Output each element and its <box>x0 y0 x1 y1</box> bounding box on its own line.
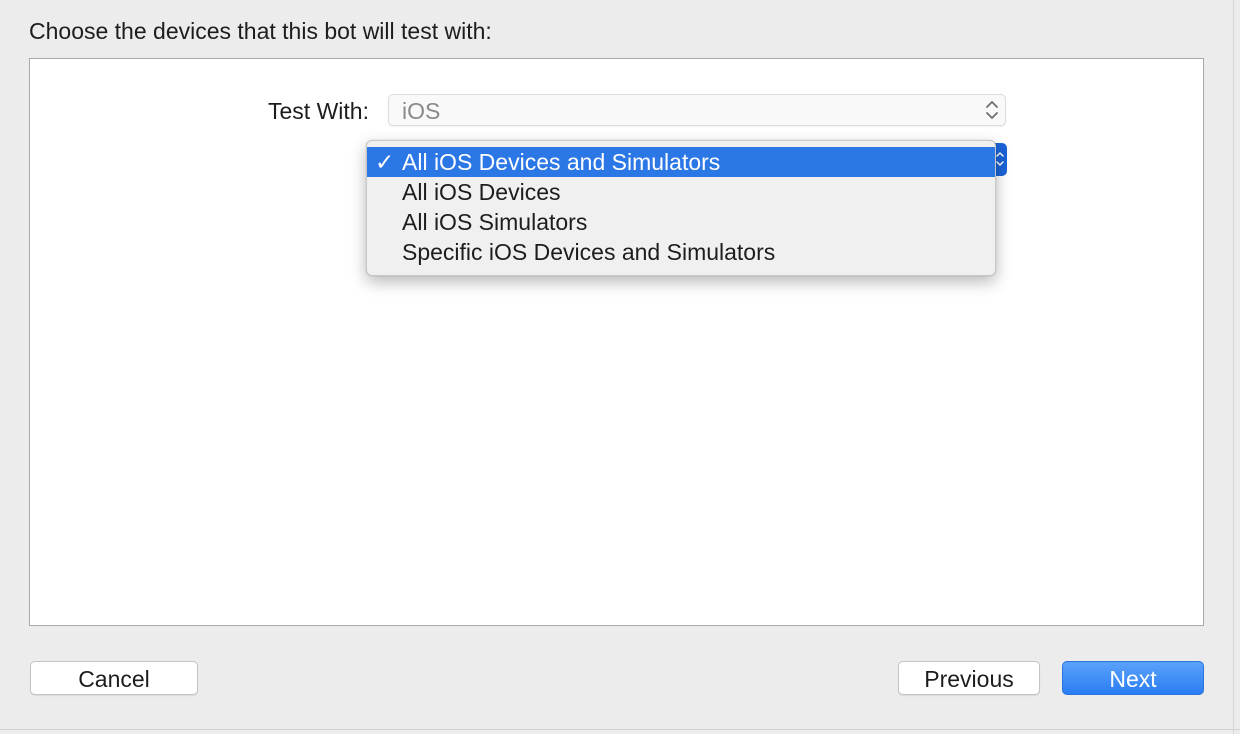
menu-item-all-ios-devices-and-simulators[interactable]: ✓ All iOS Devices and Simulators <box>367 147 995 177</box>
bot-setup-sheet: Choose the devices that this bot will te… <box>0 0 1240 734</box>
menu-item-label: All iOS Devices <box>402 179 561 205</box>
menu-item-label: All iOS Devices and Simulators <box>402 149 721 175</box>
menu-item-all-ios-devices[interactable]: All iOS Devices <box>367 177 995 207</box>
up-down-chevrons-icon <box>995 149 1005 169</box>
previous-button[interactable]: Previous <box>898 661 1040 695</box>
test-with-popup-value: iOS <box>402 98 441 124</box>
sheet-bottom-border <box>0 729 1240 730</box>
menu-item-label: All iOS Simulators <box>402 209 588 235</box>
menu-item-all-ios-simulators[interactable]: All iOS Simulators <box>367 207 995 237</box>
test-with-popup[interactable]: iOS <box>388 94 1006 126</box>
device-dropdown-menu: ✓ All iOS Devices and Simulators All iOS… <box>366 140 996 276</box>
dialog-heading: Choose the devices that this bot will te… <box>29 18 492 44</box>
test-with-label: Test With: <box>268 98 369 124</box>
menu-item-specific-ios-devices-and-simulators[interactable]: Specific iOS Devices and Simulators <box>367 237 995 267</box>
up-down-chevrons-icon <box>984 98 1000 122</box>
next-button[interactable]: Next <box>1062 661 1204 695</box>
cancel-button[interactable]: Cancel <box>30 661 198 695</box>
sheet-right-border <box>1233 0 1234 734</box>
checkmark-icon: ✓ <box>375 149 395 175</box>
menu-item-label: Specific iOS Devices and Simulators <box>402 239 776 265</box>
